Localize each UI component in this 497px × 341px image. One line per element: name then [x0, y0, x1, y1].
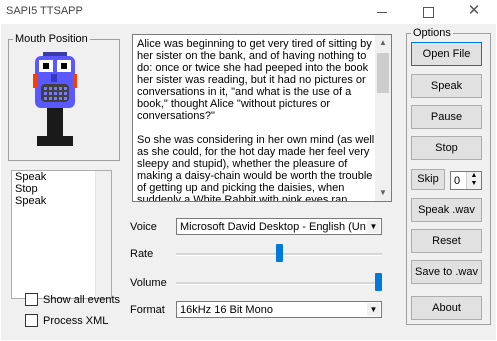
mouth-position-legend: Mouth Position [15, 33, 88, 45]
minimize-icon [377, 12, 387, 13]
format-label: Format [130, 304, 165, 316]
voice-value: Microsoft David Desktop - English (Unite… [180, 221, 366, 233]
chevron-down-icon[interactable]: ▼ [367, 303, 380, 316]
spinner-arrows[interactable]: ▲ ▼ [466, 172, 481, 189]
skip-count-spinner[interactable]: 0 ▲ ▼ [450, 171, 482, 190]
voice-label: Voice [130, 221, 157, 233]
minimize-button[interactable] [359, 0, 405, 24]
show-all-events-label: Show all events [43, 293, 121, 306]
chevron-down-icon[interactable]: ▼ [367, 220, 380, 233]
rate-label: Rate [130, 248, 154, 260]
open-file-button[interactable]: Open File [411, 42, 482, 66]
format-value: 16kHz 16 Bit Mono [180, 304, 273, 316]
speak-button[interactable]: Speak [411, 74, 482, 98]
stop-button[interactable]: Stop [411, 136, 482, 160]
listbox-scrollbar[interactable] [95, 171, 111, 298]
maximize-button[interactable] [405, 0, 451, 24]
save-wav-button[interactable]: Save to .wav [411, 260, 482, 284]
checkbox-box[interactable] [25, 293, 38, 306]
skip-count-value[interactable]: 0 [454, 175, 460, 187]
maximize-icon [422, 7, 434, 18]
speak-text[interactable]: Alice was beginning to get very tired of… [137, 38, 375, 201]
process-xml-label: Process XML [43, 314, 109, 327]
volume-label: Volume [130, 277, 167, 289]
dialog-client: Mouth Position Speak Stop Speak Show all… [1, 24, 496, 340]
show-all-events-checkbox[interactable]: Show all events [25, 293, 120, 306]
options-legend: Options [413, 27, 451, 39]
events-listbox[interactable]: Speak Stop Speak [11, 170, 112, 299]
scroll-up-icon[interactable]: ▲ [375, 35, 391, 51]
close-button[interactable]: ✕ [451, 0, 497, 24]
volume-track[interactable] [176, 282, 382, 285]
spin-up-icon[interactable]: ▲ [467, 172, 481, 180]
checkbox-box[interactable] [25, 314, 38, 327]
pause-button[interactable]: Pause [411, 105, 482, 129]
process-xml-checkbox[interactable]: Process XML [25, 314, 108, 327]
rate-slider-thumb[interactable] [276, 244, 283, 262]
scroll-down-icon[interactable]: ▼ [375, 185, 391, 201]
reset-button[interactable]: Reset [411, 229, 482, 253]
speak-text-area[interactable]: Alice was beginning to get very tired of… [132, 34, 392, 202]
text-scrollbar[interactable]: ▲ ▼ [375, 35, 391, 201]
speak-wav-button[interactable]: Speak .wav [411, 198, 482, 222]
voice-select[interactable]: Microsoft David Desktop - English (Unite… [176, 218, 382, 235]
skip-button[interactable]: Skip [411, 169, 445, 190]
window-title: SAPI5 TTSAPP [6, 5, 83, 17]
title-bar: SAPI5 TTSAPP ✕ [0, 0, 497, 24]
scroll-thumb[interactable] [377, 53, 389, 93]
about-button[interactable]: About [411, 296, 482, 320]
volume-slider-thumb[interactable] [375, 273, 382, 291]
format-select[interactable]: 16kHz 16 Bit Mono ▼ [176, 301, 382, 318]
spin-down-icon[interactable]: ▼ [467, 180, 481, 188]
close-icon: ✕ [467, 2, 481, 19]
robot-mouth-image [33, 52, 77, 146]
